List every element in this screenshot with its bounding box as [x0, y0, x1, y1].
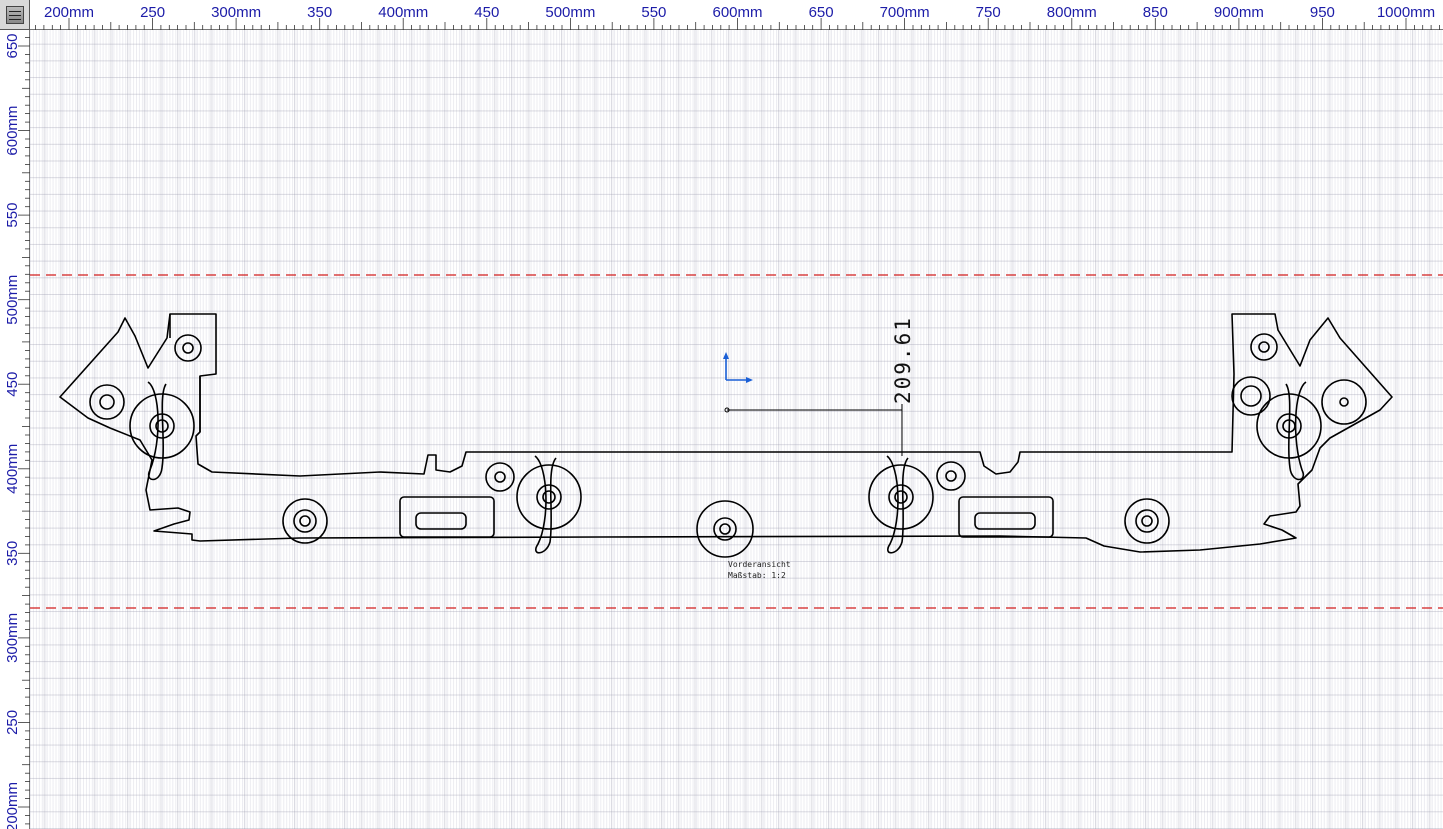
- ruler-vertical-label: 450: [4, 372, 21, 397]
- ruler-horizontal-label: 950: [1310, 4, 1335, 21]
- ruler-horizontal-label: 500mm: [545, 4, 595, 21]
- ruler-horizontal-label: 300mm: [211, 4, 261, 21]
- ruler-horizontal[interactable]: 200mm 250 300mm 350 400mm 450 500mm 550 600mm 650…: [30, 0, 1443, 30]
- ruler-horizontal-label: 700mm: [880, 4, 930, 21]
- ruler-horizontal-label: 600mm: [712, 4, 762, 21]
- ruler-horizontal-label: 750: [976, 4, 1001, 21]
- ruler-vertical-label: 300mm: [4, 613, 21, 663]
- ruler-horizontal-label: 1000mm: [1377, 4, 1435, 21]
- view-scale-label: Maßstab: 1:2: [728, 571, 786, 580]
- drawing-canvas[interactable]: 209.61 Vorderansicht Maßstab: 1:2: [30, 30, 1443, 829]
- ruler-horizontal-label: 200mm: [44, 4, 94, 21]
- ruler-horizontal-label: 650: [809, 4, 834, 21]
- ruler-horizontal-label: 800mm: [1047, 4, 1097, 21]
- dimension-value[interactable]: 209.61: [891, 316, 915, 404]
- ruler-horizontal-label: 550: [641, 4, 666, 21]
- ruler-horizontal-label: 400mm: [378, 4, 428, 21]
- ruler-vertical-label: 200mm: [4, 782, 21, 829]
- ruler-vertical-scale: 650 600mm 550 500mm 450 400mm 350 300mm 250 200mm: [4, 33, 30, 829]
- part-outline[interactable]: [59, 313, 1393, 558]
- ruler-vertical-label: 650: [4, 33, 21, 58]
- menu-icon: [6, 6, 24, 24]
- ruler-horizontal-scale: 200mm 250 300mm 350 400mm 450 500mm 550 600mm 650…: [35, 4, 1440, 30]
- ruler-vertical-label: 500mm: [4, 275, 21, 325]
- ruler-vertical-label: 600mm: [4, 106, 21, 156]
- ruler-horizontal-label: 450: [474, 4, 499, 21]
- ruler-vertical[interactable]: 650 600mm 550 500mm 450 400mm 350 300mm 250 200mm: [0, 30, 30, 829]
- axis-marker[interactable]: [723, 352, 753, 383]
- dimension-annotation[interactable]: 209.61: [724, 316, 915, 456]
- ruler-horizontal-label: 350: [307, 4, 332, 21]
- drawing-sheet: 209.61 Vorderansicht Maßstab: 1:2: [30, 274, 1443, 609]
- view-name-label: Vorderansicht: [728, 560, 791, 569]
- ruler-horizontal-label: 900mm: [1214, 4, 1264, 21]
- ruler-horizontal-label: 250: [140, 4, 165, 21]
- ruler-vertical-label: 250: [4, 710, 21, 735]
- ruler-vertical-label: 400mm: [4, 444, 21, 494]
- ruler-vertical-label: 350: [4, 541, 21, 566]
- ruler-corner-button[interactable]: [0, 0, 30, 30]
- ruler-vertical-label: 550: [4, 203, 21, 228]
- ruler-horizontal-label: 850: [1143, 4, 1168, 21]
